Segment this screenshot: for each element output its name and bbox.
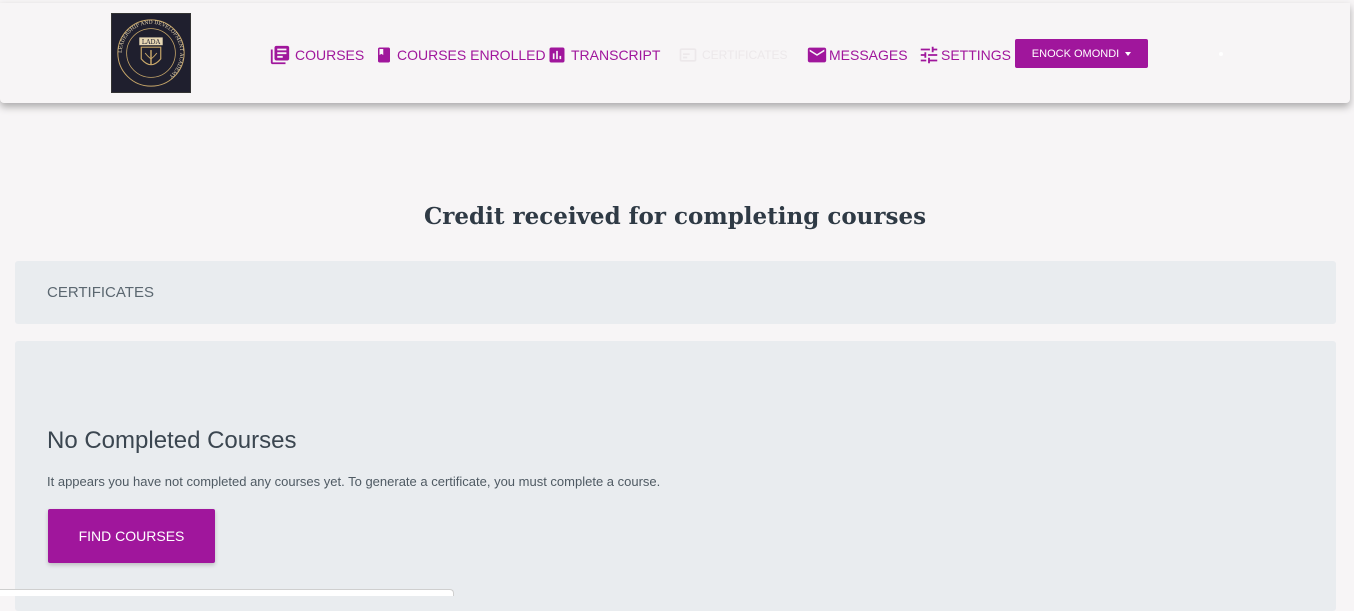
library-books-icon [270, 45, 290, 65]
empty-state-title: No Completed Courses [47, 427, 297, 454]
bookmark-book-icon [378, 47, 390, 63]
status-dot [1219, 52, 1223, 56]
empty-state-card: No Completed Courses It appears you have… [15, 341, 1336, 611]
section-header-label: CERTIFICATES [47, 284, 154, 301]
bar-chart-icon [549, 47, 565, 63]
logo-emblem-icon: LEADERSHIP AND DEVELOPMENT ACADEMY LADA [112, 14, 190, 92]
nav-courses-label: COURSES [295, 47, 365, 63]
empty-state-text: It appears you have not completed any co… [47, 474, 661, 489]
nav-courses-enrolled-label: COURSES ENROLLED [397, 47, 546, 63]
nav-messages-label: MESSAGES [829, 47, 908, 63]
certificates-section-header: CERTIFICATES [15, 261, 1336, 324]
page-title: Credit received for completing courses [423, 203, 927, 230]
caret-down-icon [1125, 51, 1132, 56]
nav-settings-label: SETTINGS [941, 47, 1012, 63]
nav-courses-enrolled[interactable]: COURSES ENROLLED [375, 43, 546, 67]
user-name: ENOCK OMONDI [1031, 47, 1120, 60]
certificate-icon [679, 48, 697, 62]
user-menu-button[interactable]: ENOCK OMONDI [1015, 39, 1148, 68]
nav-courses[interactable]: COURSES [269, 43, 364, 67]
mail-icon [807, 47, 827, 63]
tune-icon [920, 46, 938, 64]
nav-messages[interactable]: MESSAGES [806, 43, 908, 67]
logo-text: LADA [142, 39, 161, 46]
nav-settings[interactable]: SETTINGS [918, 43, 1011, 67]
nav-transcript[interactable]: TRANSCRIPT [547, 43, 660, 67]
academy-logo[interactable]: LEADERSHIP AND DEVELOPMENT ACADEMY LADA [111, 13, 191, 93]
nav-transcript-label: TRANSCRIPT [571, 47, 661, 63]
find-courses-button[interactable]: FIND COURSES [48, 509, 215, 563]
top-navbar: LEADERSHIP AND DEVELOPMENT ACADEMY LADA … [0, 3, 1350, 103]
nav-certificates-label: CERTIFICATES [702, 48, 788, 62]
nav-certificates[interactable]: CERTIFICATES [678, 43, 788, 67]
bottom-popup-edge [0, 589, 454, 596]
